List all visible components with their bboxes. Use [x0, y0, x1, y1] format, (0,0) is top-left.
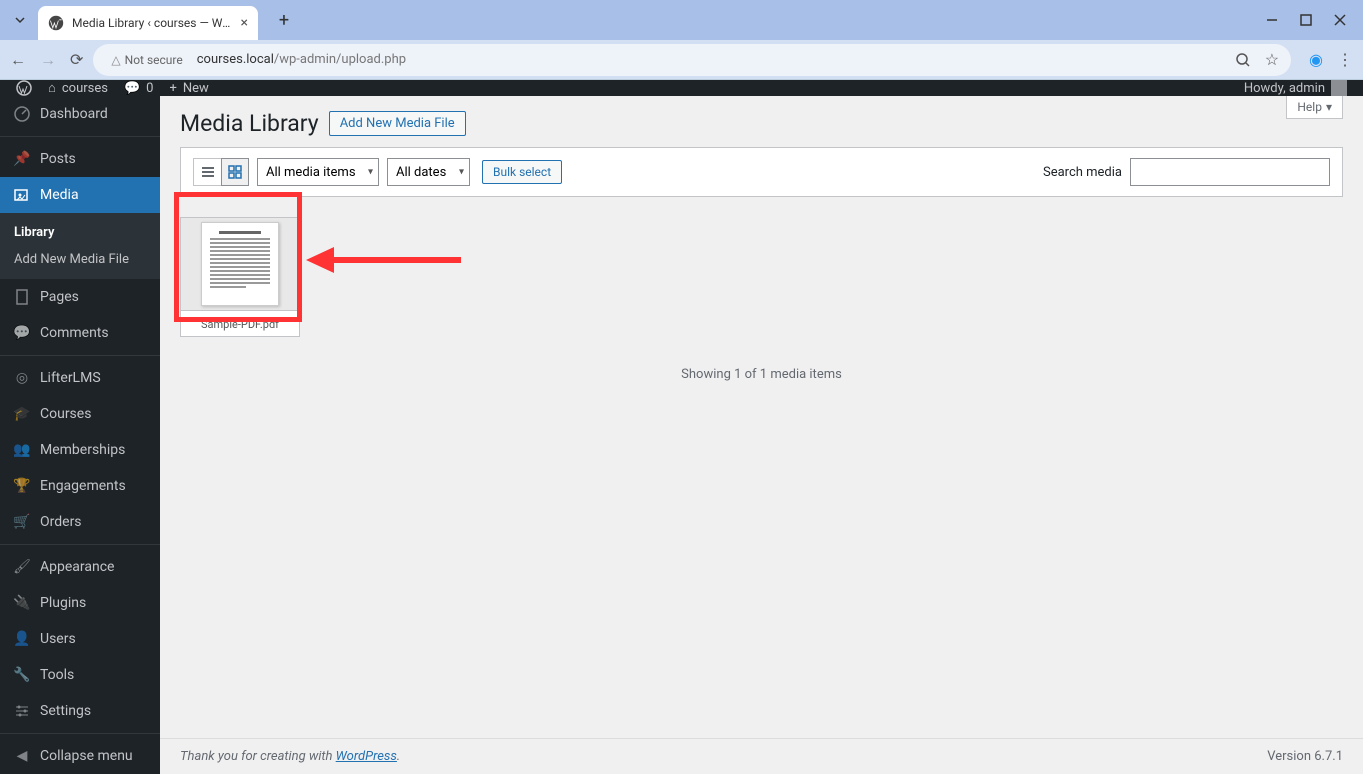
my-account-link[interactable]: Howdy, admin [1236, 80, 1355, 96]
trophy-icon: 🏆 [12, 476, 32, 496]
menu-comments[interactable]: 💬Comments [0, 315, 160, 351]
menu-posts[interactable]: 📌Posts [0, 141, 160, 177]
help-tab[interactable]: Help▾ [1286, 96, 1343, 119]
menu-settings[interactable]: Settings [0, 693, 160, 729]
browser-toolbar: ← → ⟳ △ Not secure courses.local/wp-admi… [0, 40, 1363, 80]
wp-logo-menu[interactable] [8, 80, 40, 96]
forward-button[interactable]: → [40, 50, 56, 70]
menu-engagements[interactable]: 🏆Engagements [0, 468, 160, 504]
version-label: Version 6.7.1 [1267, 749, 1343, 764]
page-title: Media Library [180, 110, 319, 137]
bookmark-icon[interactable]: ☆ [1265, 50, 1279, 69]
comment-icon: 💬 [12, 323, 32, 343]
back-button[interactable]: ← [10, 50, 26, 70]
plus-icon: + [169, 81, 176, 96]
admin-footer: Thank you for creating with WordPress. V… [160, 738, 1363, 774]
menu-orders[interactable]: 🛒Orders [0, 504, 160, 540]
tab-search-button[interactable] [8, 8, 32, 32]
comments-link[interactable]: 💬0 [116, 80, 162, 96]
site-name-link[interactable]: ⌂courses [40, 80, 116, 96]
plug-icon: 🔌 [12, 593, 32, 613]
collapse-icon: ◀ [12, 746, 32, 766]
menu-pages[interactable]: Pages [0, 279, 160, 315]
user-icon: 👤 [12, 629, 32, 649]
filter-type-select[interactable]: All media items [257, 158, 379, 186]
maximize-icon[interactable] [1299, 13, 1313, 27]
zoom-icon[interactable] [1235, 52, 1251, 68]
admin-menu: Dashboard 📌Posts Media Library Add New M… [0, 96, 160, 774]
submenu-library[interactable]: Library [0, 219, 160, 246]
media-toolbar: All media items All dates Bulk select Se… [180, 147, 1343, 197]
menu-plugins[interactable]: 🔌Plugins [0, 585, 160, 621]
bulk-select-button[interactable]: Bulk select [482, 160, 562, 184]
new-tab-button[interactable]: + [270, 6, 298, 34]
menu-tools[interactable]: 🔧Tools [0, 657, 160, 693]
list-view-button[interactable] [193, 158, 221, 186]
menu-icon[interactable]: ⋮ [1337, 50, 1353, 69]
menu-appearance[interactable]: 🖌Appearance [0, 549, 160, 585]
collapse-menu[interactable]: ◀Collapse menu [0, 738, 160, 774]
menu-courses[interactable]: 🎓Courses [0, 396, 160, 432]
cart-icon: 🛒 [12, 512, 32, 532]
address-bar[interactable]: △ Not secure courses.local/wp-admin/uplo… [93, 44, 1291, 76]
browser-tab[interactable]: Media Library ‹ courses — Wor × [38, 6, 258, 40]
url-text: courses.local/wp-admin/upload.php [197, 52, 406, 67]
security-badge[interactable]: △ Not secure [105, 51, 188, 69]
lifterlms-icon: ◎ [12, 368, 32, 388]
minimize-icon[interactable] [1265, 13, 1279, 27]
wordpress-icon [48, 15, 64, 31]
grid-view-button[interactable] [221, 158, 249, 186]
pin-icon: 📌 [12, 149, 32, 169]
media-grid: Sample-PDF.pdf [160, 217, 1363, 337]
avatar [1331, 80, 1347, 96]
content-area: Help▾ Media Library Add New Media File A… [160, 96, 1363, 774]
chevron-down-icon: ▾ [1326, 100, 1332, 114]
browser-tabstrip: Media Library ‹ courses — Wor × + [0, 0, 1363, 40]
menu-lifterlms[interactable]: ◎LifterLMS [0, 360, 160, 396]
menu-media-submenu: Library Add New Media File [0, 213, 160, 279]
submenu-add-new[interactable]: Add New Media File [0, 246, 160, 273]
wrench-icon: 🔧 [12, 665, 32, 685]
search-input[interactable] [1130, 158, 1330, 186]
security-label: Not secure [125, 53, 183, 67]
home-icon: ⌂ [48, 80, 56, 96]
menu-media[interactable]: Media [0, 177, 160, 213]
media-filename: Sample-PDF.pdf [181, 310, 299, 337]
footer-thankyou: Thank you for creating with WordPress. [180, 749, 400, 764]
dashboard-icon [12, 104, 32, 124]
tab-close-button[interactable]: × [241, 15, 248, 31]
sliders-icon [12, 701, 32, 721]
tab-title: Media Library ‹ courses — Wor [72, 16, 233, 30]
warning-icon: △ [111, 53, 120, 67]
extension-icon[interactable]: ◉ [1309, 50, 1323, 69]
close-icon[interactable] [1333, 13, 1347, 27]
media-icon [12, 185, 32, 205]
filter-date-select[interactable]: All dates [387, 158, 470, 186]
page-icon [12, 287, 32, 307]
wp-adminbar: ⌂courses 💬0 +New Howdy, admin [0, 80, 1363, 96]
add-new-button[interactable]: Add New Media File [329, 111, 466, 136]
status-text: Showing 1 of 1 media items [160, 337, 1363, 412]
graduation-icon: 🎓 [12, 404, 32, 424]
wordpress-link[interactable]: WordPress [336, 749, 397, 764]
comment-icon: 💬 [124, 81, 140, 96]
reload-button[interactable]: ⟳ [70, 50, 83, 69]
media-thumbnail [181, 218, 299, 310]
search-label: Search media [1043, 165, 1122, 180]
users-icon: 👥 [12, 440, 32, 460]
menu-users[interactable]: 👤Users [0, 621, 160, 657]
menu-memberships[interactable]: 👥Memberships [0, 432, 160, 468]
brush-icon: 🖌 [12, 557, 32, 577]
new-content-link[interactable]: +New [161, 80, 216, 96]
menu-dashboard[interactable]: Dashboard [0, 96, 160, 132]
media-item[interactable]: Sample-PDF.pdf [180, 217, 300, 337]
